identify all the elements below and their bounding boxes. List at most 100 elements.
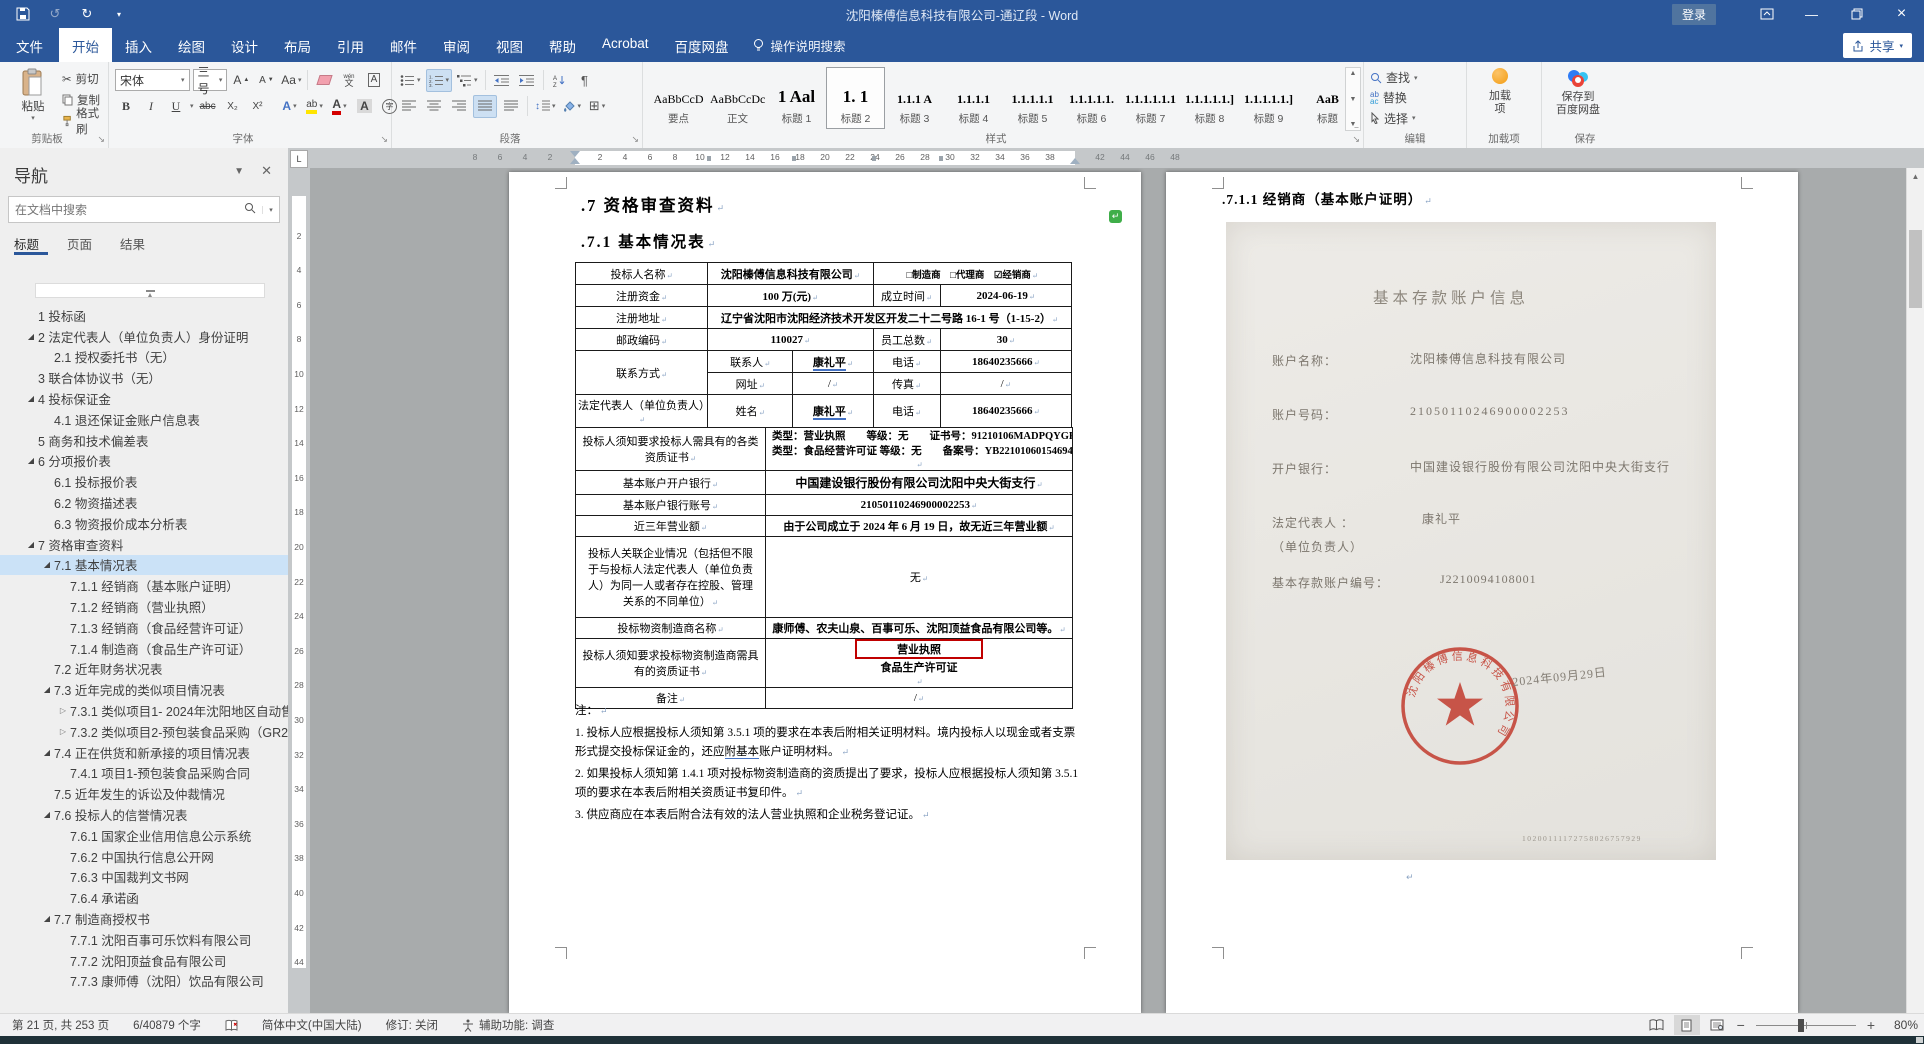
pane-options-icon[interactable]: ▼ [234, 166, 244, 177]
ribbon-tab[interactable]: 布局 [271, 28, 324, 62]
cell-label[interactable]: 邮政编码 [574, 328, 709, 351]
nav-heading-item[interactable]: ◢ 7 资格审查资料 [0, 534, 288, 555]
cell-value[interactable]: 18640235666 [939, 350, 1073, 373]
collapse-icon[interactable]: ◢ [40, 685, 54, 694]
grow-font-button[interactable]: A ▲ [230, 70, 252, 91]
ribbon-tab[interactable]: 插入 [112, 28, 165, 62]
cell-value[interactable]: 沈阳榛傅信息科技有限公司 [707, 262, 874, 285]
scrollbar-thumb[interactable] [1909, 230, 1922, 308]
nav-heading-item[interactable]: ▷7.3.1 类似项目1- 2024年沈阳地区自动售货机食品 [0, 700, 288, 721]
cell-value[interactable]: 类型：营业执照 等级：无 证书号：91210106MADPQYGF23 类型：食品… [765, 427, 1073, 471]
cell-value[interactable]: / [792, 372, 874, 395]
table-row[interactable]: 邮政编码 110027 员工总数 30 [574, 328, 1073, 351]
distribute-button[interactable] [500, 96, 522, 117]
borders-button[interactable]: ⊞ ▾ [586, 96, 608, 117]
table-upper[interactable]: 投标人名称 沈阳榛傅信息科技有限公司 □制造商 □代理商 ☑经销商 注册资金 1… [574, 262, 1073, 428]
increase-indent-button[interactable] [516, 70, 538, 91]
bullets-button[interactable]: ▾ [398, 70, 423, 91]
cell-label[interactable]: 投标物资制造商名称 [575, 617, 766, 639]
find-button[interactable]: 查找 ▾ [1370, 68, 1418, 87]
nav-tab[interactable]: 结果 [120, 234, 145, 253]
nav-heading-item[interactable]: 7.7.2 沈阳顶益食品有限公司 [0, 950, 288, 971]
print-layout-button[interactable] [1673, 1015, 1700, 1035]
addins-button[interactable]: 加载项 [1485, 68, 1515, 116]
scroll-up-icon[interactable]: ▲ [1350, 70, 1357, 77]
nav-heading-item[interactable]: 5 商务和技术偏差表 [0, 430, 288, 451]
style-item[interactable]: 1.1.1.1.1.] 标题 8 [1180, 67, 1239, 129]
jump-to-top-bar[interactable] [35, 283, 265, 298]
table-column-marker[interactable] [939, 156, 943, 161]
nav-heading-item[interactable]: 7.6.3 中国裁判文书网 [0, 867, 288, 888]
expand-icon[interactable]: ▷ [56, 706, 70, 715]
nav-heading-item[interactable]: ◢ 7.4 正在供货和新承接的项目情况表 [0, 742, 288, 763]
cell-value[interactable]: 100 万(元) [707, 284, 874, 307]
table-row[interactable]: 投标物资制造商名称 康师傅、农夫山泉、百事可乐、沈阳顶益食品有限公司等。 [575, 617, 1073, 639]
vertical-ruler[interactable]: 2 4 6 8 10 12 14 16 18 20 22 24 26 28 30 32 34 36 38 40 42 44 [288, 168, 310, 1014]
numbering-button[interactable]: 1. 2. 3. ▾ [425, 68, 453, 92]
nav-heading-item[interactable]: 7.4.1 项目1-预包装食品采购合同 [0, 763, 288, 784]
undo-icon[interactable]: ↺ [46, 5, 64, 23]
cell-value[interactable]: / [939, 372, 1073, 395]
ribbon-tab[interactable]: Acrobat [589, 28, 662, 62]
phonetic-guide-button[interactable]: wén 文 [338, 70, 360, 91]
nav-heading-item[interactable]: ◢ 7.6 投标人的信誉情况表 [0, 804, 288, 825]
table-column-marker[interactable] [872, 156, 876, 161]
table-column-marker[interactable] [792, 156, 796, 161]
track-changes-status[interactable]: 修订: 关闭 [374, 1017, 450, 1033]
cell-label[interactable]: 成立时间 [872, 284, 941, 307]
nav-heading-item[interactable]: 6.1 投标报价表 [0, 471, 288, 492]
ribbon-tab[interactable]: 邮件 [377, 28, 430, 62]
align-left-button[interactable] [398, 96, 420, 117]
ribbon-tab[interactable]: 审阅 [430, 28, 483, 62]
cell-label[interactable]: 员工总数 [872, 328, 941, 351]
nav-heading-item[interactable]: ◢ 6 分项报价表 [0, 451, 288, 472]
language-status[interactable]: 简体中文(中国大陆) [250, 1017, 374, 1033]
strikethrough-button[interactable]: abc [197, 96, 219, 117]
search-input[interactable] [9, 202, 238, 217]
font-family-select[interactable]: 宋体 ▾ [115, 69, 190, 91]
table-lower[interactable]: 投标人须知要求投标人需具有的各类资质证书 类型：营业执照 等级：无 证书号：91… [575, 427, 1073, 709]
font-color-button[interactable]: A ▾ [329, 96, 351, 117]
cell-label[interactable]: 网址 [707, 372, 794, 395]
font-size-select[interactable]: 三号 ▾ [192, 65, 228, 96]
document-page-2[interactable]: .7.1.1 经销商（基本账户证明） ↵ 基本存款账户信息 账户名称： 沈阳榛傅信… [1166, 172, 1798, 1013]
enclose-characters-button[interactable]: A [363, 70, 385, 91]
ribbon-display-options-icon[interactable] [1744, 0, 1789, 28]
search-options-icon[interactable]: ▾ [262, 205, 279, 214]
paste-button[interactable]: 粘贴 ▾ [10, 68, 56, 136]
align-center-button[interactable] [423, 96, 445, 117]
note-link[interactable]: 附基本 [724, 746, 759, 759]
style-item[interactable]: 1.1.1.1 标题 4 [944, 67, 1003, 129]
ribbon-tab[interactable]: 帮助 [536, 28, 589, 62]
cell-value[interactable]: 18640235666 [939, 394, 1073, 428]
nav-heading-item[interactable]: 7.2 近年财务状况表 [0, 659, 288, 680]
collapse-icon[interactable]: ◢ [24, 456, 38, 465]
character-shading-button[interactable]: A [354, 96, 376, 117]
sign-in-button[interactable]: 登录 [1671, 3, 1716, 25]
decrease-indent-button[interactable] [491, 70, 513, 91]
nav-heading-item[interactable]: 7.6.4 承诺函 [0, 887, 288, 908]
redo-icon[interactable]: ↻ [78, 5, 96, 23]
collapse-icon[interactable]: ◢ [24, 394, 38, 403]
shading-button[interactable]: ▾ [561, 96, 584, 117]
nav-tab[interactable]: 页面 [67, 234, 92, 253]
show-marks-button[interactable]: ¶ [574, 70, 596, 91]
style-item[interactable]: 1 Aal 标题 1 [767, 67, 826, 129]
nav-heading-item[interactable]: 7.1.1 经销商（基本账户证明） [0, 575, 288, 596]
document-page-1[interactable]: .7 资格审查资料↵ .7.1 基本情况表↵ ↵ 投标人名称 沈阳榛傅信息科技有… [509, 172, 1141, 1013]
zoom-in-button[interactable]: + [1864, 1017, 1878, 1033]
vertical-scrollbar[interactable]: ▲ [1906, 168, 1924, 1014]
ribbon-tab[interactable]: 开始 [59, 28, 112, 62]
collapse-icon[interactable]: ◢ [40, 810, 54, 819]
collapse-icon[interactable]: ◢ [24, 332, 38, 341]
cell-label[interactable]: 基本账户银行账号 [575, 494, 766, 516]
nav-heading-item[interactable]: 7.7.1 沈阳百事可乐饮料有限公司 [0, 929, 288, 950]
dialog-launcher-icon[interactable]: ↘ [1352, 134, 1360, 145]
contact-name[interactable]: 康礼平 [812, 356, 846, 371]
right-indent-marker[interactable] [1070, 158, 1080, 164]
style-item[interactable]: 1. 1 标题 2 [826, 67, 885, 129]
nav-heading-item[interactable]: 7.1.3 经销商（食品经营许可证） [0, 617, 288, 638]
style-item[interactable]: 1.1.1 A 标题 3 [885, 67, 944, 129]
cell-value[interactable]: 30 [939, 328, 1073, 351]
table-row[interactable]: 投标人须知要求投标人需具有的各类资质证书 类型：营业执照 等级：无 证书号：91… [575, 427, 1073, 471]
